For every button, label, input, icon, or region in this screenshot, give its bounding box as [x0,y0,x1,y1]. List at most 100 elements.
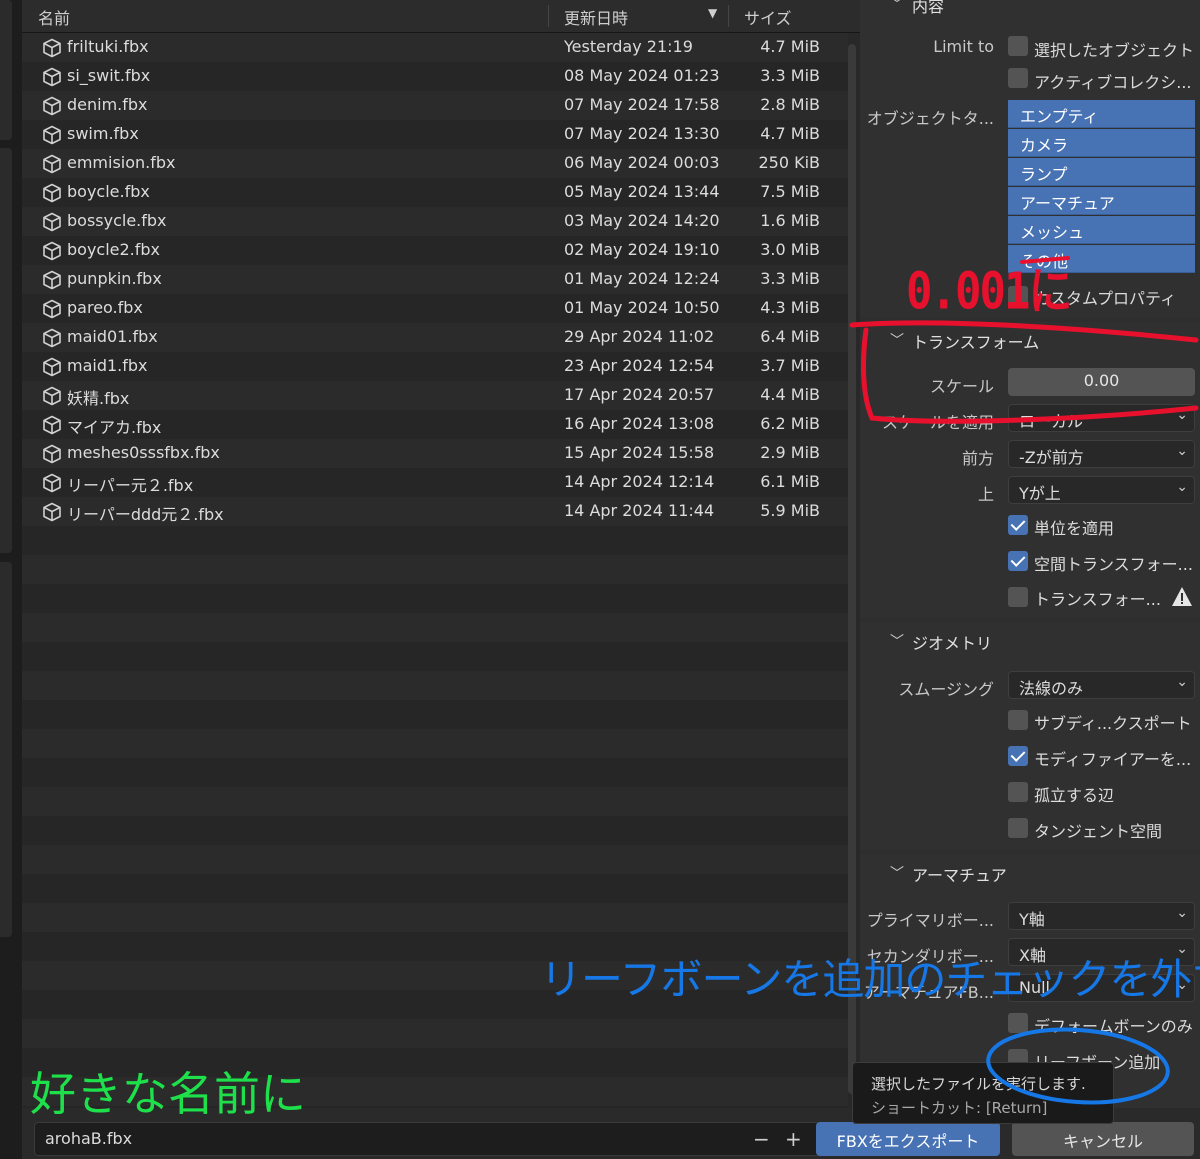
file-name: リーパーddd元２.fbx [67,505,224,524]
gutter-tab[interactable] [0,0,12,140]
scale-field[interactable]: 0.00 [1008,368,1195,396]
forward-label: 前方 [961,449,994,468]
object-type-label: カメラ [1020,136,1069,155]
primary-bone-dropdown[interactable]: Y軸 ⌄ [1008,902,1195,930]
apply-modifiers-checkbox[interactable] [1008,746,1028,766]
panel-header-transform[interactable]: ﹀ トランスフォーム [860,322,1200,358]
export-fbx-button[interactable]: FBXをエクスポート [816,1122,1000,1156]
loose-edges-checkbox[interactable] [1008,782,1028,802]
apply-scaling-dropdown[interactable]: ローカル ⌄ [1008,404,1195,432]
decrement-filename-button[interactable]: − [753,1127,770,1151]
panel-header-armature[interactable]: ﹀ アーマチュア [860,855,1200,891]
object-type-label: ランプ [1020,165,1068,184]
chevron-down-icon: ⌄ [1176,443,1188,459]
file-date: 14 Apr 2024 11:44 [564,501,715,520]
column-header-size[interactable]: サイズ [744,5,792,29]
deform-only-label: デフォームボーンのみ [1034,1017,1193,1036]
scale-label: スケール [929,377,994,396]
file-row[interactable]: punpkin.fbx 01 May 2024 12:24 3.3 MiB [22,265,848,294]
file-row[interactable]: リーパーddd元２.fbx 14 Apr 2024 11:44 5.9 MiB [22,497,848,526]
chevron-down-icon: ﹀ [890,866,904,882]
forward-axis-dropdown[interactable]: -Zが前方 ⌄ [1008,440,1195,468]
export-options-sidebar: ﹀ 内容 Limit to 選択したオブジェクト アクティブコレクシ... オブ… [860,0,1200,1108]
file-row[interactable]: boycle2.fbx 02 May 2024 19:10 3.0 MiB [22,236,848,265]
file-date: 05 May 2024 13:44 [564,182,720,201]
cancel-button[interactable]: キャンセル [1012,1122,1194,1156]
file-size: 2.8 MiB [760,95,820,114]
object-type-option[interactable]: ランプ [1008,158,1195,186]
object-type-option[interactable]: カメラ [1008,129,1195,157]
gutter-tab[interactable] [0,148,12,553]
sort-descending-icon[interactable]: ▼ [708,6,717,20]
file-row[interactable]: friltuki.fbx Yesterday 21:19 4.7 MiB [22,33,848,62]
mesh-cube-icon [43,125,61,145]
list-scrollbar[interactable] [848,44,856,1094]
mesh-cube-icon [43,357,61,377]
file-date: 07 May 2024 13:30 [564,124,720,143]
file-size: 7.5 MiB [760,182,820,201]
file-row[interactable]: bossycle.fbx 03 May 2024 14:20 1.6 MiB [22,207,848,236]
empty-row [22,584,848,613]
file-row[interactable]: emmision.fbx 06 May 2024 00:03 250 KiB [22,149,848,178]
empty-row [22,642,848,671]
chevron-down-icon: ﹀ [890,333,904,349]
file-row[interactable]: swim.fbx 07 May 2024 13:30 4.7 MiB [22,120,848,149]
panel-header-include[interactable]: ﹀ 内容 [860,0,1200,22]
object-types-label: オブジェクトタ... [866,109,994,128]
file-name: emmision.fbx [67,153,176,172]
filename-annotation-text: 好きな名前に [30,1067,306,1121]
panel-header-geometry[interactable]: ﹀ ジオメトリ [860,623,1200,659]
empty-row [22,613,848,642]
deform-only-checkbox[interactable] [1008,1013,1028,1033]
object-type-option[interactable]: メッシュ [1008,216,1195,244]
gutter-tab[interactable] [0,562,12,937]
empty-row [22,729,848,758]
file-size: 6.4 MiB [760,327,820,346]
file-row[interactable]: si_swit.fbx 08 May 2024 01:23 3.3 MiB [22,62,848,91]
list-header: 名前 更新日時 ▼ サイズ [22,0,860,33]
object-type-option[interactable]: エンプティ [1008,100,1195,128]
file-row[interactable]: 妖精.fbx 17 Apr 2024 20:57 4.4 MiB [22,381,848,410]
subdivision-checkbox[interactable] [1008,710,1028,730]
file-row[interactable]: boycle.fbx 05 May 2024 13:44 7.5 MiB [22,178,848,207]
increment-filename-button[interactable]: + [785,1127,802,1151]
file-row[interactable]: maid1.fbx 23 Apr 2024 12:54 3.7 MiB [22,352,848,381]
up-axis-dropdown[interactable]: Yが上 ⌄ [1008,476,1195,504]
chevron-down-icon: ⌄ [1176,479,1188,495]
column-separator[interactable] [728,5,729,27]
file-row[interactable]: meshes0sssfbx.fbx 15 Apr 2024 15:58 2.9 Mi… [22,439,848,468]
file-date: 06 May 2024 00:03 [564,153,720,172]
empty-row [22,526,848,555]
file-name: maid01.fbx [67,327,158,346]
active-collection-checkbox[interactable] [1008,68,1028,88]
chevron-down-icon: ⌄ [1176,407,1188,423]
tooltip-description: 選択したファイルを実行します. [871,1075,1086,1093]
file-name: friltuki.fbx [67,37,149,56]
file-date: 29 Apr 2024 11:02 [564,327,715,346]
mesh-cube-icon [43,212,61,232]
file-row[interactable]: pareo.fbx 01 May 2024 10:50 4.3 MiB [22,294,848,323]
apply-unit-checkbox[interactable] [1008,515,1028,535]
selected-objects-checkbox[interactable] [1008,36,1028,56]
mesh-cube-icon [43,502,61,522]
mesh-cube-icon [43,328,61,348]
column-separator[interactable] [548,5,549,27]
empty-row [22,1019,848,1048]
file-row[interactable]: denim.fbx 07 May 2024 17:58 2.8 MiB [22,91,848,120]
object-type-option[interactable]: アーマチュア [1008,187,1195,215]
column-header-name[interactable]: 名前 [38,5,70,29]
file-date: 01 May 2024 12:24 [564,269,720,288]
file-size: 1.6 MiB [760,211,820,230]
file-row[interactable]: マイアカ.fbx 16 Apr 2024 13:08 6.2 MiB [22,410,848,439]
filename-input[interactable]: arohaB.fbx − + [34,1122,820,1156]
apply-transform-checkbox[interactable] [1008,587,1028,607]
smoothing-dropdown[interactable]: 法線のみ ⌄ [1008,671,1195,699]
apply-modifiers-label: モディファイアーを... [1034,750,1192,769]
tangent-space-checkbox[interactable] [1008,818,1028,838]
space-transform-checkbox[interactable] [1008,551,1028,571]
empty-row [22,903,848,932]
file-row[interactable]: リーパー元２.fbx 14 Apr 2024 12:14 6.1 MiB [22,468,848,497]
file-row[interactable]: maid01.fbx 29 Apr 2024 11:02 6.4 MiB [22,323,848,352]
column-header-modified[interactable]: 更新日時 [564,5,628,29]
file-date: 01 May 2024 10:50 [564,298,720,317]
